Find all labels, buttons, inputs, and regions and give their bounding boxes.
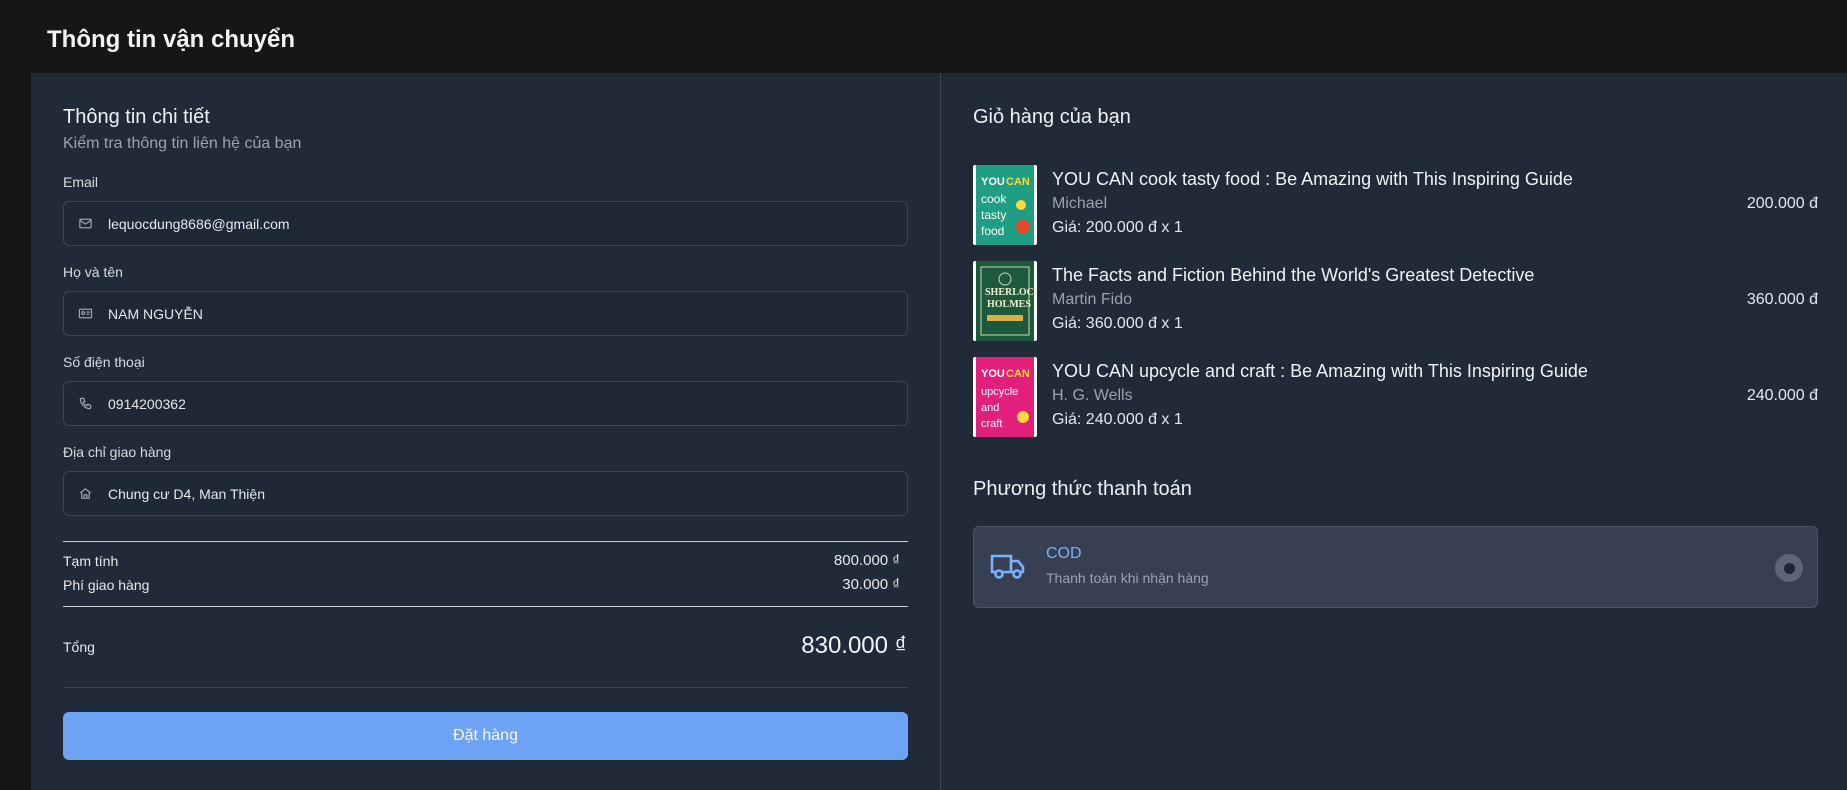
svg-text:and: and	[981, 402, 999, 414]
svg-text:cook: cook	[981, 192, 1007, 206]
item-total: 360.000 đ	[1746, 291, 1818, 308]
email-field[interactable]: lequocdung8686@gmail.com	[63, 201, 908, 246]
details-heading: Thông tin chi tiết	[63, 106, 210, 128]
address-label: Địa chỉ giao hàng	[63, 444, 172, 460]
details-subheading: Kiểm tra thông tin liên hệ của bạn	[63, 135, 302, 152]
phone-field[interactable]: 0914200362	[63, 381, 908, 426]
item-total: 200.000 đ	[1746, 195, 1818, 212]
svg-text:YOU: YOU	[981, 368, 1005, 380]
cart-heading: Giỏ hàng của bạn	[973, 106, 1131, 128]
summary-divider-top	[63, 541, 908, 542]
item-total: 240.000 đ	[1746, 387, 1818, 404]
svg-text:HOLMES: HOLMES	[987, 299, 1031, 310]
phone-label: Số điện thoại	[63, 354, 145, 370]
item-author: Martin Fido	[1052, 291, 1133, 308]
book-cover-image: SHERLOCK HOLMES	[973, 261, 1037, 341]
item-author: Michael	[1052, 195, 1108, 212]
subtotal-value: 800.000 ₫	[833, 552, 900, 569]
email-value: lequocdung8686@gmail.com	[108, 215, 290, 232]
truck-icon	[990, 551, 1026, 581]
address-field[interactable]: Chung cư D4, Man Thiện	[63, 471, 908, 516]
svg-text:food: food	[981, 224, 1004, 238]
payment-option-cod[interactable]: COD Thanh toán khi nhận hàng	[973, 526, 1818, 608]
item-author: H. G. Wells	[1052, 387, 1133, 404]
address-value: Chung cư D4, Man Thiện	[108, 485, 265, 502]
cart-item[interactable]: YOU CAN upcycle and craft YOU CAN upcycl…	[973, 357, 1818, 439]
svg-text:craft: craft	[981, 418, 1002, 430]
item-title: YOU CAN upcycle and craft : Be Amazing w…	[1052, 361, 1588, 381]
cart-item[interactable]: SHERLOCK HOLMES The Facts and Fiction Be…	[973, 261, 1818, 343]
email-label: Email	[63, 174, 99, 190]
fullname-label: Họ và tên	[63, 264, 123, 280]
payment-radio[interactable]	[1775, 554, 1803, 582]
total-divider	[63, 687, 908, 688]
subtotal-label: Tạm tính	[63, 553, 119, 569]
item-title: YOU CAN cook tasty food : Be Amazing wit…	[1052, 169, 1573, 189]
payment-method-desc: Thanh toán khi nhận hàng	[1046, 570, 1209, 586]
svg-text:upcycle: upcycle	[981, 386, 1018, 398]
fullname-value: NAM NGUYỄN	[108, 305, 203, 322]
total-label: Tổng	[63, 639, 95, 655]
svg-text:CAN: CAN	[1006, 368, 1030, 380]
svg-text:CAN: CAN	[1006, 176, 1030, 188]
item-price: Giá: 240.000 đ x 1	[1052, 411, 1183, 428]
page-title: Thông tin vận chuyển	[47, 26, 296, 53]
total-value: 830.000 ₫	[801, 632, 907, 659]
book-cover-image: YOU CAN upcycle and craft	[973, 357, 1037, 437]
shipping-label: Phí giao hàng	[63, 577, 150, 593]
home-icon	[77, 486, 93, 502]
mail-icon	[77, 216, 93, 232]
book-cover-image: YOU CAN cook tasty food	[973, 165, 1037, 245]
place-order-button[interactable]: Đặt hàng	[63, 712, 908, 760]
radio-selected-dot	[1783, 562, 1795, 574]
cart-item[interactable]: YOU CAN cook tasty food YOU CAN cook tas…	[973, 165, 1818, 247]
phone-value: 0914200362	[108, 395, 186, 412]
column-divider	[940, 73, 941, 790]
svg-text:SHERLOCK: SHERLOCK	[985, 287, 1037, 298]
fullname-field[interactable]: NAM NGUYỄN	[63, 291, 908, 336]
payment-method-name: COD	[1046, 545, 1082, 562]
svg-text:tasty: tasty	[981, 208, 1006, 222]
phone-icon	[77, 396, 93, 412]
id-card-icon	[77, 306, 93, 322]
shipping-value: 30.000 ₫	[842, 576, 900, 593]
summary-divider-bottom	[63, 606, 908, 607]
item-price: Giá: 200.000 đ x 1	[1052, 219, 1183, 236]
payment-heading: Phương thức thanh toán	[973, 478, 1192, 500]
svg-text:YOU: YOU	[981, 176, 1005, 188]
item-price: Giá: 360.000 đ x 1	[1052, 315, 1183, 332]
item-title: The Facts and Fiction Behind the World's…	[1052, 265, 1535, 285]
